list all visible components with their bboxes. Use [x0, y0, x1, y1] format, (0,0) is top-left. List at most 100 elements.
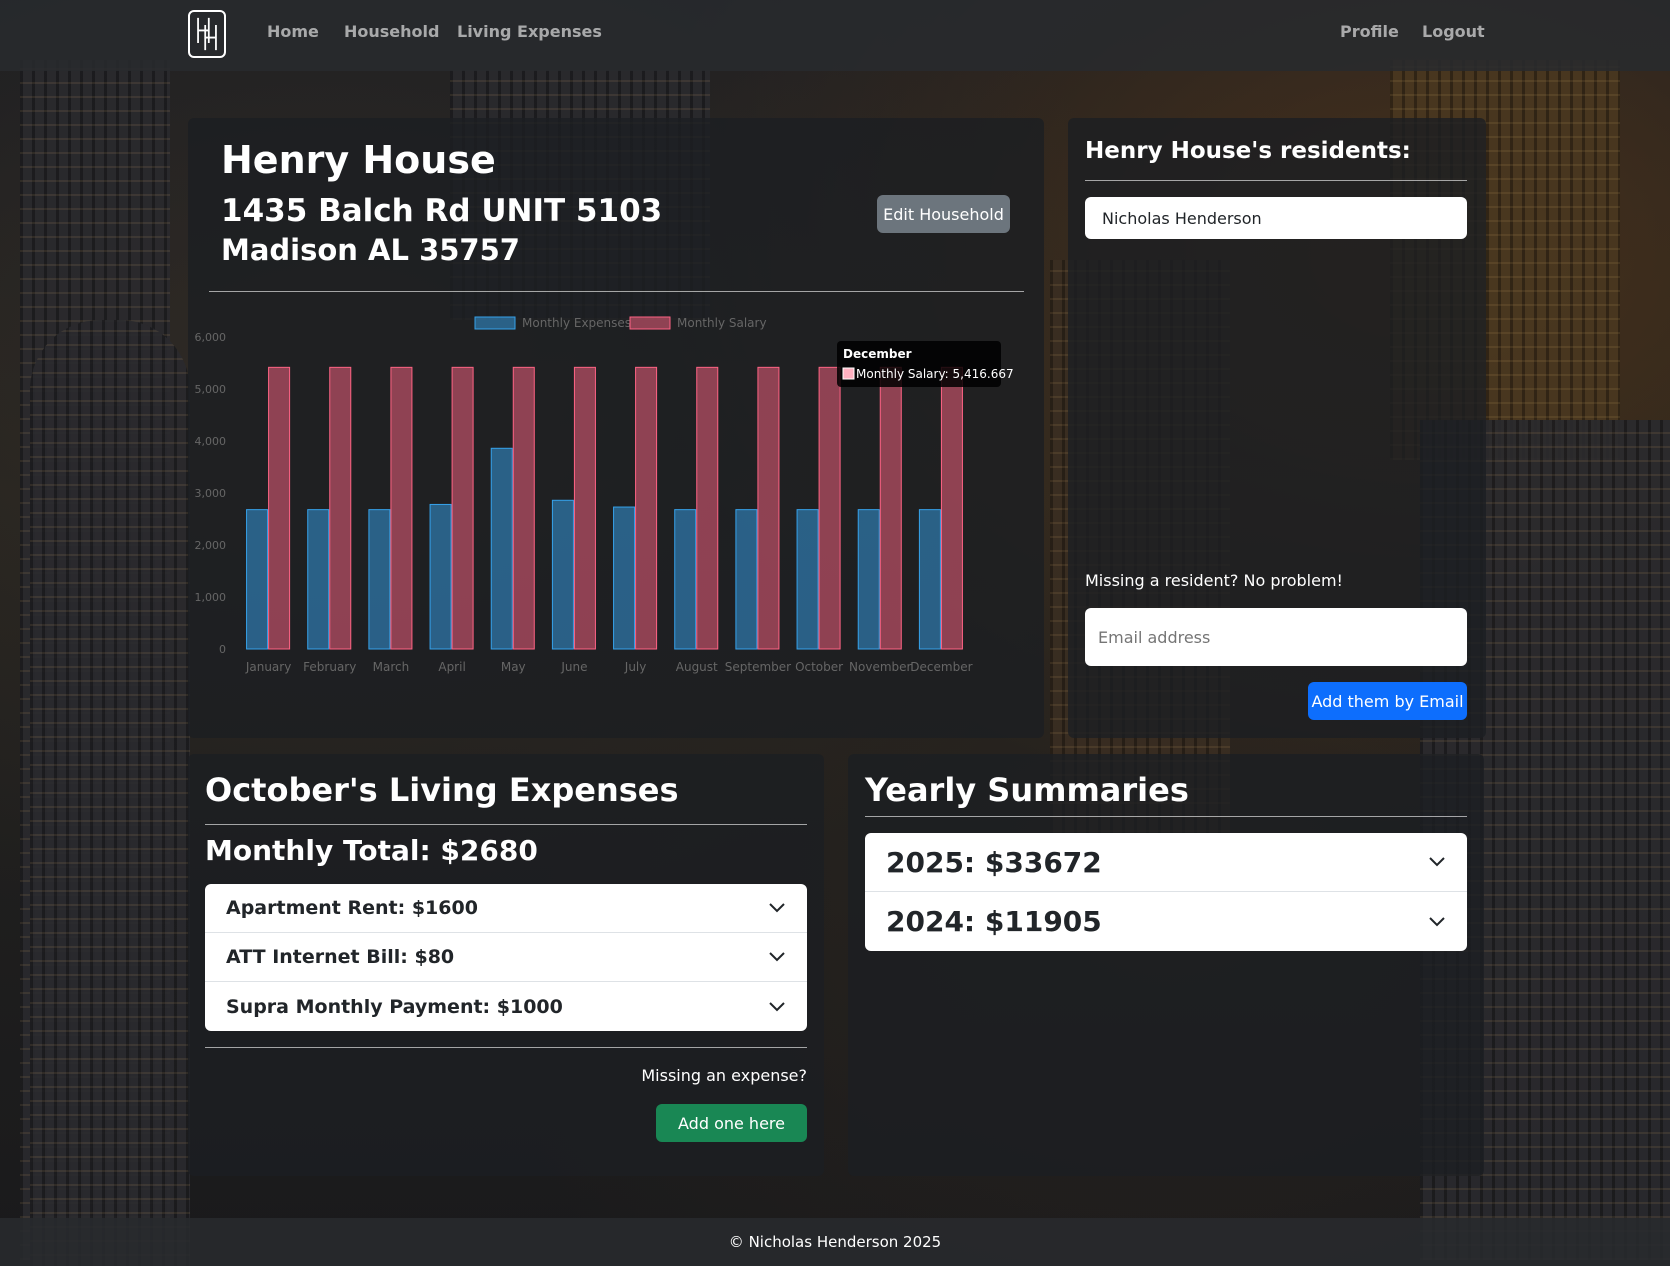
nav-profile[interactable]: Profile — [1340, 22, 1399, 41]
living-expenses-title: October's Living Expenses — [205, 771, 679, 809]
chevron-down-icon — [769, 952, 785, 962]
expense-item[interactable]: ATT Internet Bill: $80 — [205, 933, 807, 982]
chevron-down-icon — [1429, 916, 1445, 926]
bar-expenses-september[interactable] — [735, 509, 758, 650]
household-card: Henry House 1435 Balch Rd UNIT 5103 Madi… — [188, 118, 1044, 738]
bar-expenses-march[interactable] — [368, 509, 391, 650]
expense-item-label: ATT Internet Bill: $80 — [226, 946, 455, 968]
bar-expenses-august[interactable] — [674, 509, 697, 650]
bar-salary-may[interactable] — [512, 366, 535, 650]
bar-salary-april[interactable] — [451, 366, 474, 650]
nav-logout[interactable]: Logout — [1422, 22, 1485, 41]
bar-salary-august[interactable] — [696, 366, 719, 650]
footer-copyright: © Nicholas Henderson 2025 — [728, 1233, 942, 1251]
missing-expense-text: Missing an expense? — [641, 1066, 807, 1085]
logo-icon[interactable] — [188, 10, 226, 58]
bar-salary-march[interactable] — [390, 366, 413, 650]
household-address-line1: 1435 Balch Rd UNIT 5103 — [221, 193, 663, 229]
bar-expenses-april[interactable] — [429, 503, 452, 650]
y-tick-label: 4,000 — [195, 435, 227, 448]
yearly-summaries-title: Yearly Summaries — [865, 771, 1189, 809]
legend-label-expenses: Monthly Expenses — [522, 316, 631, 330]
edit-household-button[interactable]: Edit Household — [877, 195, 1010, 233]
x-tick-label: September — [725, 660, 791, 674]
expense-item[interactable]: Supra Monthly Payment: $1000 — [205, 982, 807, 1031]
x-tick-label: April — [438, 660, 465, 674]
chevron-down-icon — [769, 903, 785, 913]
bar-salary-november[interactable] — [879, 366, 902, 650]
expenses-salary-chart: Monthly Expenses Monthly Salary 0 1,000 2,… — [195, 316, 1014, 674]
footer: © Nicholas Henderson 2025 — [0, 1218, 1670, 1266]
legend-label-salary: Monthly Salary — [677, 316, 767, 330]
residents-card: Henry House's residents: Nicholas Hender… — [1068, 118, 1486, 738]
x-tick-label: October — [795, 660, 843, 674]
chevron-down-icon — [1429, 857, 1445, 867]
monthly-total: Monthly Total: $2680 — [205, 834, 538, 867]
bar-salary-july[interactable] — [635, 366, 658, 650]
yearly-summaries-card: Yearly Summaries 2025: $33672 2024: $119… — [848, 754, 1484, 1176]
x-tick-label: June — [560, 660, 587, 674]
expenses-accordion: Apartment Rent: $1600 ATT Internet Bill:… — [205, 884, 807, 1031]
y-tick-label: 0 — [219, 643, 226, 656]
summary-item[interactable]: 2024: $11905 — [865, 892, 1467, 951]
y-tick-label: 3,000 — [195, 487, 227, 500]
summary-item-label: 2025: $33672 — [886, 845, 1102, 879]
x-tick-label: January — [245, 660, 292, 674]
bar-expenses-january[interactable] — [246, 509, 269, 650]
y-tick-label: 5,000 — [195, 383, 227, 396]
bar-expenses-october[interactable] — [796, 509, 819, 650]
nav-home[interactable]: Home — [267, 22, 319, 41]
add-by-email-button[interactable]: Add them by Email — [1308, 682, 1467, 720]
x-tick-label: August — [676, 660, 718, 674]
expense-item-label: Supra Monthly Payment: $1000 — [226, 995, 563, 1018]
divider — [205, 824, 807, 825]
expense-item[interactable]: Apartment Rent: $1600 — [205, 884, 807, 933]
x-tick-label: May — [501, 660, 526, 674]
bar-salary-february[interactable] — [329, 366, 352, 650]
household-address-line2: Madison AL 35757 — [221, 233, 520, 267]
residents-title: Henry House's residents: — [1085, 138, 1411, 164]
bar-expenses-may[interactable] — [490, 447, 513, 650]
x-tick-label: March — [373, 660, 410, 674]
bar-expenses-december[interactable] — [918, 509, 941, 650]
bar-expenses-june[interactable] — [551, 499, 574, 650]
divider — [865, 816, 1467, 817]
legend-swatch-expenses — [474, 316, 516, 330]
resident-item: Nicholas Henderson — [1085, 197, 1467, 239]
summary-item[interactable]: 2025: $33672 — [865, 833, 1467, 892]
bar-salary-october[interactable] — [818, 366, 841, 650]
expense-item-label: Apartment Rent: $1600 — [226, 897, 478, 919]
chart-legend: Monthly Expenses Monthly Salary — [474, 316, 767, 330]
summary-item-label: 2024: $11905 — [886, 905, 1102, 938]
bar-salary-june[interactable] — [573, 366, 596, 650]
bar-salary-september[interactable] — [757, 366, 780, 650]
summaries-accordion: 2025: $33672 2024: $11905 — [865, 833, 1467, 951]
y-tick-label: 1,000 — [195, 591, 227, 604]
household-name: Henry House — [221, 138, 496, 182]
x-tick-label: November — [849, 660, 911, 674]
tooltip-swatch — [842, 367, 855, 380]
bar-salary-january[interactable] — [268, 366, 291, 650]
x-tick-label: July — [624, 660, 647, 674]
add-expense-button[interactable]: Add one here — [656, 1104, 807, 1142]
tooltip-label: Monthly Salary: 5,416.667 — [856, 367, 1014, 381]
nav-living-expenses[interactable]: Living Expenses — [457, 22, 602, 41]
legend-swatch-salary — [629, 316, 671, 330]
bar-expenses-november[interactable] — [857, 509, 880, 650]
x-tick-label: December — [910, 660, 972, 674]
divider — [209, 291, 1024, 292]
bar-expenses-july[interactable] — [613, 506, 636, 650]
nav-household[interactable]: Household — [344, 22, 439, 41]
x-tick-label: February — [303, 660, 356, 674]
missing-resident-text: Missing a resident? No problem! — [1085, 571, 1343, 590]
bar-expenses-february[interactable] — [307, 509, 330, 650]
y-tick-label: 2,000 — [195, 539, 227, 552]
divider — [205, 1047, 807, 1048]
navbar: Home Household Living Expenses Profile L… — [0, 0, 1670, 71]
tooltip-title: December — [843, 347, 912, 361]
chart-tooltip: December Monthly Salary: 5,416.667 — [837, 341, 1014, 387]
email-input[interactable] — [1085, 608, 1467, 666]
bar-salary-december[interactable] — [940, 366, 963, 650]
chevron-down-icon — [769, 1001, 785, 1011]
y-tick-label: 6,000 — [195, 331, 227, 344]
